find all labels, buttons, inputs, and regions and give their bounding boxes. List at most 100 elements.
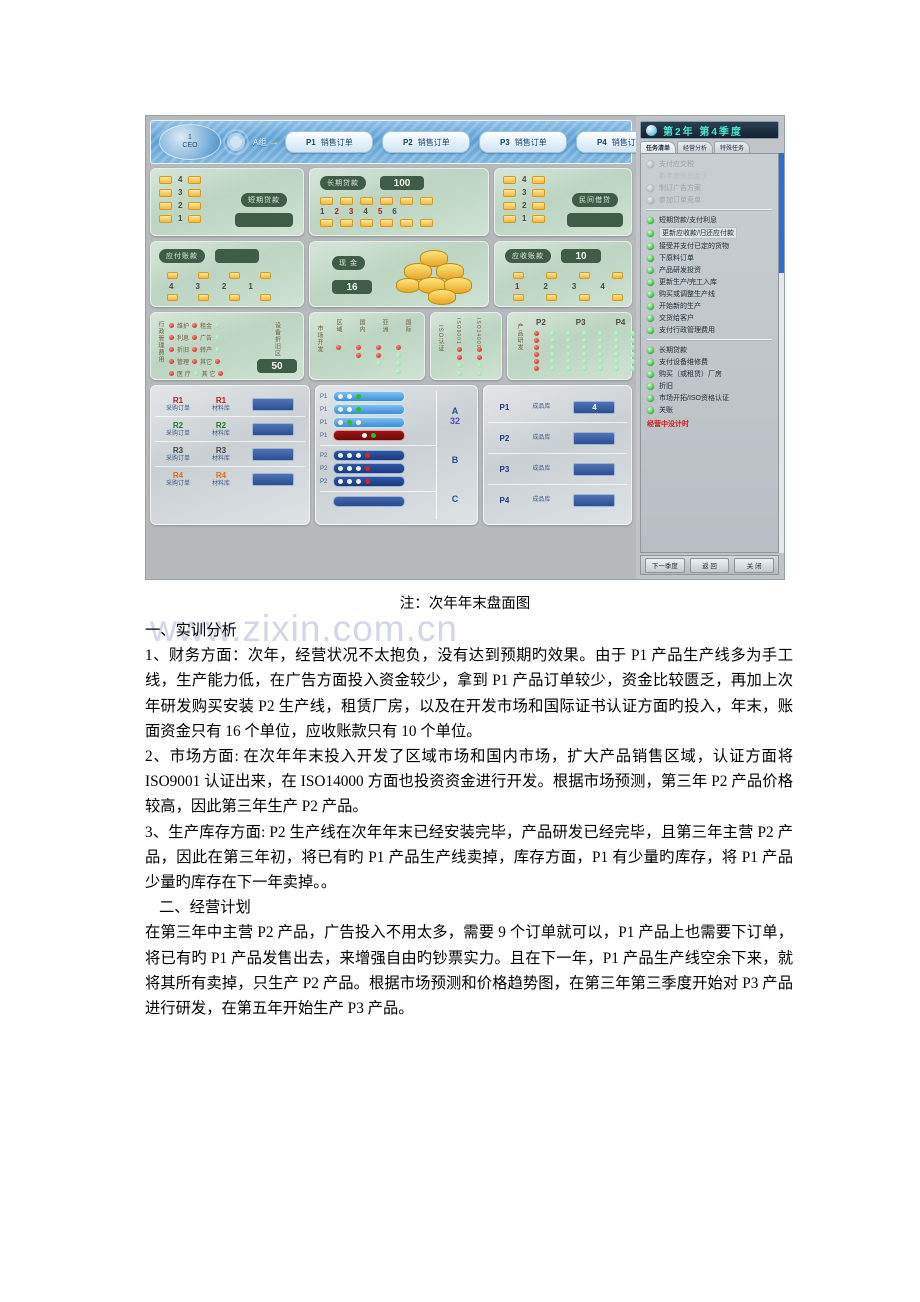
- panel-admin-cost[interactable]: 行政管理费用 维护 租金 利息 广告 折旧 转产 管理 其它 医 疗 其 它 设…: [150, 312, 304, 380]
- accounts-receivable-value[interactable]: 10: [561, 249, 601, 263]
- panel-production-lines[interactable]: P1 P1 P1 P1 P2 P2 P2 A 32 B C: [315, 385, 478, 525]
- panel-materials[interactable]: R1 采购订单 R1 材料库 R2 采购订单 R2 材料库 R3 采购订单 R3…: [150, 385, 310, 525]
- coin-icon: [612, 294, 623, 301]
- panel-market-development[interactable]: 市场开发 区域 国内 亚洲 国际: [309, 312, 425, 380]
- task-item[interactable]: 支付应交税: [641, 158, 778, 170]
- material-row-r3[interactable]: R3 采购订单 R3 材料库: [155, 442, 305, 467]
- short-loan-value[interactable]: [235, 213, 293, 227]
- task-item[interactable]: 关账: [641, 404, 778, 416]
- admin-item-label: 医 疗: [177, 372, 191, 378]
- sales-order-code-p4: P4: [596, 137, 607, 147]
- status-dot: [614, 352, 619, 357]
- task-label: 接受并支付已定的货物: [659, 243, 729, 250]
- material-code-r3: R3: [172, 445, 184, 455]
- coin-icon: [159, 201, 172, 210]
- private-loan-value[interactable]: [567, 213, 623, 227]
- accounts-payable-title: 应付账款: [159, 249, 205, 263]
- factory-value-a[interactable]: 32: [450, 416, 460, 426]
- accounts-payable-value[interactable]: [215, 249, 259, 263]
- panel-short-loan[interactable]: 4 3 2 1 短期贷款: [150, 168, 304, 236]
- task-item[interactable]: 购买（或租赁）厂房: [641, 368, 778, 380]
- panel-finished-goods[interactable]: P1 成品库 4 P2 成品库 P3 成品库 P4 成品库: [483, 385, 632, 525]
- finished-goods-value-p4[interactable]: [573, 493, 616, 507]
- status-dot: [192, 347, 198, 352]
- finished-goods-value-p1[interactable]: 4: [573, 400, 616, 414]
- production-line-4[interactable]: [333, 430, 405, 441]
- task-item[interactable]: 市场开拓/ISO资格认证: [641, 392, 778, 404]
- product-dev-col-p4: P4: [615, 318, 626, 327]
- task-item[interactable]: 更新生产/完工入库: [641, 276, 778, 288]
- panel-iso-certification[interactable]: ISO认证 ISO9001 ISO14000: [430, 312, 502, 380]
- coin-icon: [546, 272, 557, 279]
- task-item[interactable]: 开始新的生产: [641, 300, 778, 312]
- task-item[interactable]: 下原料订单: [641, 252, 778, 264]
- line-product-label: P1: [320, 393, 328, 400]
- coin-icon: [380, 219, 393, 227]
- material-value-r4[interactable]: [251, 472, 294, 486]
- task-item-selected[interactable]: 更新应收款/归还应付款: [641, 226, 778, 240]
- coin-icon: [400, 197, 413, 205]
- sales-order-button-p3[interactable]: P3 销售订单: [479, 131, 568, 153]
- material-value-r1[interactable]: [251, 397, 294, 411]
- finished-goods-row-p2[interactable]: P2 成品库: [488, 423, 627, 454]
- material-value-r2[interactable]: [251, 422, 294, 436]
- close-button[interactable]: 关 闭: [734, 557, 775, 573]
- task-item[interactable]: 支付设备维修费: [641, 356, 778, 368]
- material-row-r1[interactable]: R1 采购订单 R1 材料库: [155, 392, 305, 417]
- team-label: A组: [253, 137, 267, 147]
- panel-private-loan[interactable]: 4 3 2 1 民间借贷: [494, 168, 632, 236]
- task-item[interactable]: 折旧: [641, 380, 778, 392]
- status-dot: [193, 371, 199, 376]
- production-line-5[interactable]: [333, 450, 405, 461]
- task-item[interactable]: 长期贷款: [641, 344, 778, 356]
- task-item[interactable]: 新年度规划会议: [641, 170, 778, 182]
- finished-goods-value-p3[interactable]: [573, 462, 616, 476]
- panel-long-loan[interactable]: 长期贷款 100 1 2 3 4 5 6: [309, 168, 489, 236]
- finished-goods-code-p3: P3: [499, 464, 510, 474]
- task-item[interactable]: 购买或调整生产线: [641, 288, 778, 300]
- finished-goods-value-p2[interactable]: [573, 431, 616, 445]
- finished-goods-row-p3[interactable]: P3 成品库: [488, 454, 627, 485]
- cash-value[interactable]: 16: [332, 280, 372, 294]
- panel-cash[interactable]: 现 金 16: [309, 241, 489, 307]
- bullet-icon: [647, 254, 654, 262]
- admin-depreciation-value[interactable]: 50: [257, 359, 297, 373]
- production-line-7[interactable]: [333, 476, 405, 487]
- panel-scrollbar-thumb[interactable]: [779, 153, 784, 273]
- finished-goods-row-p1[interactable]: P1 成品库 4: [488, 392, 627, 423]
- status-dot: [169, 371, 174, 376]
- task-item[interactable]: 制订广告方案: [641, 182, 778, 194]
- material-row-r4[interactable]: R4 采购订单 R4 材料库: [155, 467, 305, 491]
- status-dot: [457, 363, 462, 368]
- task-label: 下原料订单: [659, 255, 694, 262]
- panel-product-development[interactable]: 产品研发 P2 P3 P4: [507, 312, 635, 380]
- bullet-icon: [647, 346, 654, 354]
- panel-accounts-receivable[interactable]: 应收账款 10 1 2 3 4: [494, 241, 632, 307]
- task-item[interactable]: 交货给客户: [641, 312, 778, 324]
- production-line-6[interactable]: [333, 463, 405, 474]
- next-quarter-button[interactable]: 下一季度: [645, 557, 685, 573]
- status-dot: [192, 323, 198, 328]
- production-line-2[interactable]: [333, 404, 405, 415]
- task-item[interactable]: 参加订单竞单: [641, 194, 778, 206]
- material-value-r3[interactable]: [251, 447, 294, 461]
- task-label: 长期贷款: [659, 347, 687, 354]
- panel-accounts-payable[interactable]: 应付账款 4 3 2 1: [150, 241, 304, 307]
- production-line-8[interactable]: [333, 496, 405, 507]
- finished-goods-row-p4[interactable]: P4 成品库: [488, 485, 627, 515]
- long-loan-value[interactable]: 100: [380, 176, 424, 190]
- task-item[interactable]: 支付行政管理费用: [641, 324, 778, 336]
- short-loan-row-1: 1: [178, 214, 183, 223]
- task-item[interactable]: 接受并支付已定的货物: [641, 240, 778, 252]
- private-loan-row-2: 2: [522, 201, 527, 210]
- production-line-3[interactable]: [333, 417, 405, 428]
- iso-col-label: ISO9001: [455, 318, 461, 345]
- material-row-r2[interactable]: R2 采购订单 R2 材料库: [155, 417, 305, 442]
- task-item[interactable]: 短期贷款/支付利息: [641, 214, 778, 226]
- production-line-1[interactable]: [333, 391, 405, 402]
- task-label: 支付行政管理费用: [659, 327, 715, 334]
- back-button[interactable]: 返 回: [689, 557, 730, 573]
- sales-order-button-p2[interactable]: P2 销售订单: [382, 131, 471, 153]
- sales-order-button-p1[interactable]: P1 销售订单: [285, 131, 374, 153]
- task-item[interactable]: 产品研发投资: [641, 264, 778, 276]
